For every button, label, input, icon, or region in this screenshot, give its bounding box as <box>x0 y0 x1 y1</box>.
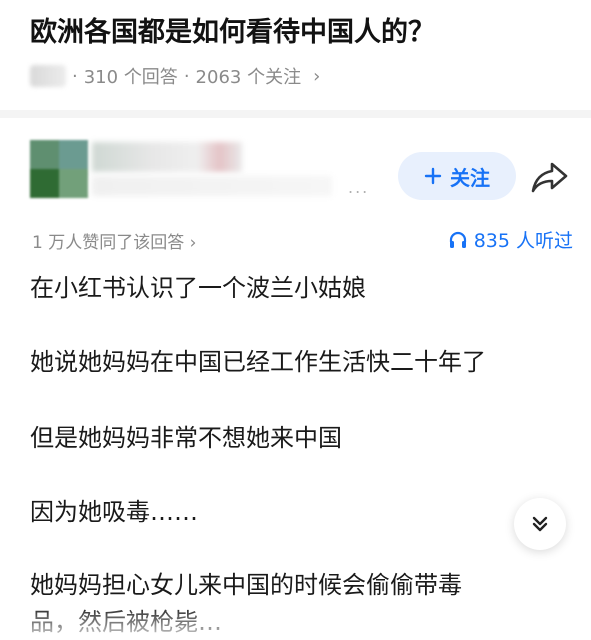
answers-count: 310 个回答 <box>83 67 178 88</box>
chevron-right-icon: › <box>313 65 321 87</box>
answer-paragraph: 品，然后被枪毙… <box>30 608 222 636</box>
meta-separator: · <box>72 65 78 87</box>
answer-paragraph: 但是她妈妈非常不想她来中国 <box>30 424 342 452</box>
listen-count: 835 人听过 <box>473 230 573 252</box>
answer-paragraph: 她说她妈妈在中国已经工作生活快二十年了 <box>30 348 486 376</box>
meta-separator: · <box>183 65 190 87</box>
avatar[interactable] <box>30 140 88 198</box>
answer-paragraph: 她妈妈担心女儿来中国的时候会偷偷带毒 <box>30 571 462 599</box>
question-title[interactable]: 欧洲各国都是如何看待中国人的？ <box>30 10 435 49</box>
followers-count: 2063 个关注 <box>195 67 302 88</box>
plus-icon <box>424 167 442 185</box>
author-bio-blurred <box>92 176 332 196</box>
answer-page: 欧洲各国都是如何看待中国人的？ · 310 个回答 · 2063 个关注 › .… <box>0 0 591 640</box>
answer-paragraph: 因为她吸毒…… <box>30 498 198 526</box>
question-meta[interactable]: · 310 个回答 · 2063 个关注 › <box>30 63 320 89</box>
expand-button[interactable] <box>514 498 566 550</box>
share-icon[interactable] <box>530 160 570 194</box>
follow-button[interactable]: 关注 <box>398 152 516 200</box>
section-divider <box>0 110 591 118</box>
blurred-topic <box>30 65 66 87</box>
headphone-icon <box>449 231 466 248</box>
likes-count[interactable]: 1 万人赞同了该回答 › <box>32 228 196 253</box>
listen-count-row[interactable]: 835 人听过 <box>448 226 573 253</box>
author-name-blurred[interactable] <box>92 142 242 172</box>
follow-label: 关注 <box>450 165 490 190</box>
answer-paragraph: 在小红书认识了一个波兰小姑娘 <box>30 274 366 302</box>
chevron-double-down-icon <box>532 516 548 532</box>
author-more: ... <box>348 178 370 197</box>
